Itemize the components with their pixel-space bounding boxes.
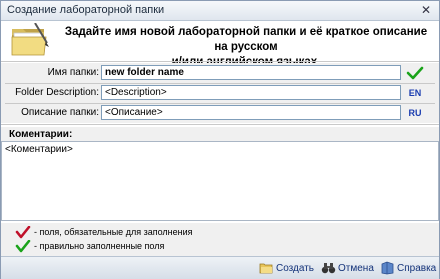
description-ru-input[interactable] <box>101 105 401 120</box>
description-en-label: Folder Description: <box>15 87 99 98</box>
folder-icon <box>259 263 273 274</box>
folder-form: Имя папки: Folder Description: EN Описан… <box>1 63 439 123</box>
lang-tag-ru: RU <box>408 108 422 118</box>
green-check-icon <box>406 66 424 80</box>
row-folder-name: Имя папки: <box>1 64 439 83</box>
comment-label: Коментарии: <box>9 129 73 140</box>
header-panel: Задайте имя новой лабораторной папки и е… <box>1 21 439 68</box>
folder-icon <box>11 23 49 56</box>
help-icon <box>381 261 394 275</box>
comment-textarea[interactable]: <Коментарии> <box>1 141 439 221</box>
dialog-window: Создание лабораторной папки ✕ Задайте им… <box>0 0 440 279</box>
legend-required-text: - поля, обязательные для заполнения <box>34 227 193 237</box>
legend-valid-text: - правильно заполненные поля <box>34 241 165 251</box>
folder-name-input[interactable] <box>101 65 401 80</box>
legend-panel: - поля, обязательные для заполнения - пр… <box>1 223 439 256</box>
binoculars-icon <box>321 263 336 274</box>
lang-tag-en: EN <box>408 88 422 98</box>
cancel-button-label: Отмена <box>338 263 374 274</box>
title-bar: Создание лабораторной папки ✕ <box>1 1 439 21</box>
green-check-icon <box>15 240 31 253</box>
row-description-en: Folder Description: EN <box>1 84 439 103</box>
help-button-label: Справка <box>397 263 437 274</box>
form-bottom-divider <box>1 124 439 125</box>
window-title: Создание лабораторной папки <box>7 4 165 16</box>
header-divider <box>1 61 439 62</box>
comment-header: Коментарии: <box>1 127 439 141</box>
folder-name-label: Имя папки: <box>47 67 99 78</box>
header-line-1: Задайте имя новой лабораторной папки и е… <box>64 26 428 53</box>
description-ru-label: Описание папки: <box>21 107 99 118</box>
create-button-label: Создать <box>276 263 315 274</box>
red-check-icon <box>15 226 31 239</box>
button-bar: Создать Отмена Справка <box>1 256 439 279</box>
description-en-input[interactable] <box>101 85 401 100</box>
close-button[interactable]: ✕ <box>419 3 433 17</box>
row-description-ru: Описание папки: RU <box>1 104 439 123</box>
